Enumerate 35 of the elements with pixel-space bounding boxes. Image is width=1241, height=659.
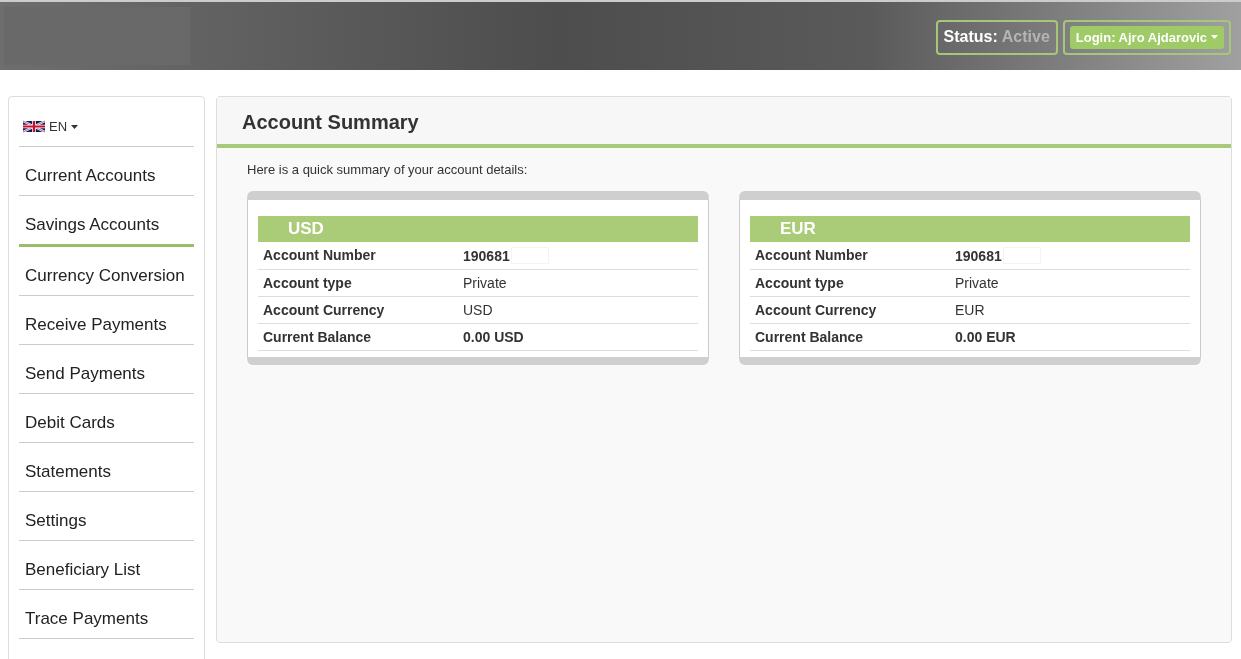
field-value: 0.00 EUR [955, 329, 1016, 345]
status-indicator: Status: Active [935, 19, 1058, 55]
sidebar-item[interactable]: Send Payments [19, 345, 194, 394]
field-label: Account type [263, 275, 353, 291]
field-label: Current Balance [263, 329, 373, 345]
sidebar-item[interactable]: Current Accounts [19, 147, 194, 196]
sidebar-item[interactable]: Currency Conversion [19, 247, 194, 296]
caret-icon [71, 124, 79, 129]
field-value: Private [463, 275, 507, 291]
field-label: Account Number [755, 247, 869, 264]
field-label: Current Balance [755, 329, 865, 345]
field-value: 190681 [463, 247, 510, 264]
currency-heading: EUR [750, 216, 1190, 242]
field-label: Account type [755, 275, 845, 291]
sidebar-item[interactable]: Settings [19, 492, 194, 541]
field-value: 0.00 USD [463, 329, 524, 345]
field-value: Private [955, 275, 999, 291]
sidebar-item[interactable]: Savings Accounts [19, 196, 194, 247]
flag-icon [23, 119, 45, 134]
field-label: Account Number [263, 247, 377, 264]
currency-heading: USD [258, 216, 698, 242]
sidebar-item[interactable]: Trace Payments [19, 590, 194, 639]
language-dropdown[interactable]: EN [19, 105, 194, 147]
field-value: EUR [955, 302, 985, 318]
sidebar-item[interactable]: Debit Cards [19, 394, 194, 443]
caret-icon [1211, 35, 1218, 39]
field-label: Account Currency [755, 302, 878, 318]
field-value: USD [463, 302, 493, 318]
sidebar-item[interactable]: Receive Payments [19, 296, 194, 345]
intro-text: Here is a quick summary of your account details: [247, 162, 529, 177]
field-value: 190681 [955, 247, 1002, 264]
sidebar-item[interactable]: Beneficiary List [19, 541, 194, 590]
page-title: Account Summary [217, 97, 1231, 148]
field-label: Account Currency [263, 302, 386, 318]
sidebar-item[interactable]: Statements [19, 443, 194, 492]
